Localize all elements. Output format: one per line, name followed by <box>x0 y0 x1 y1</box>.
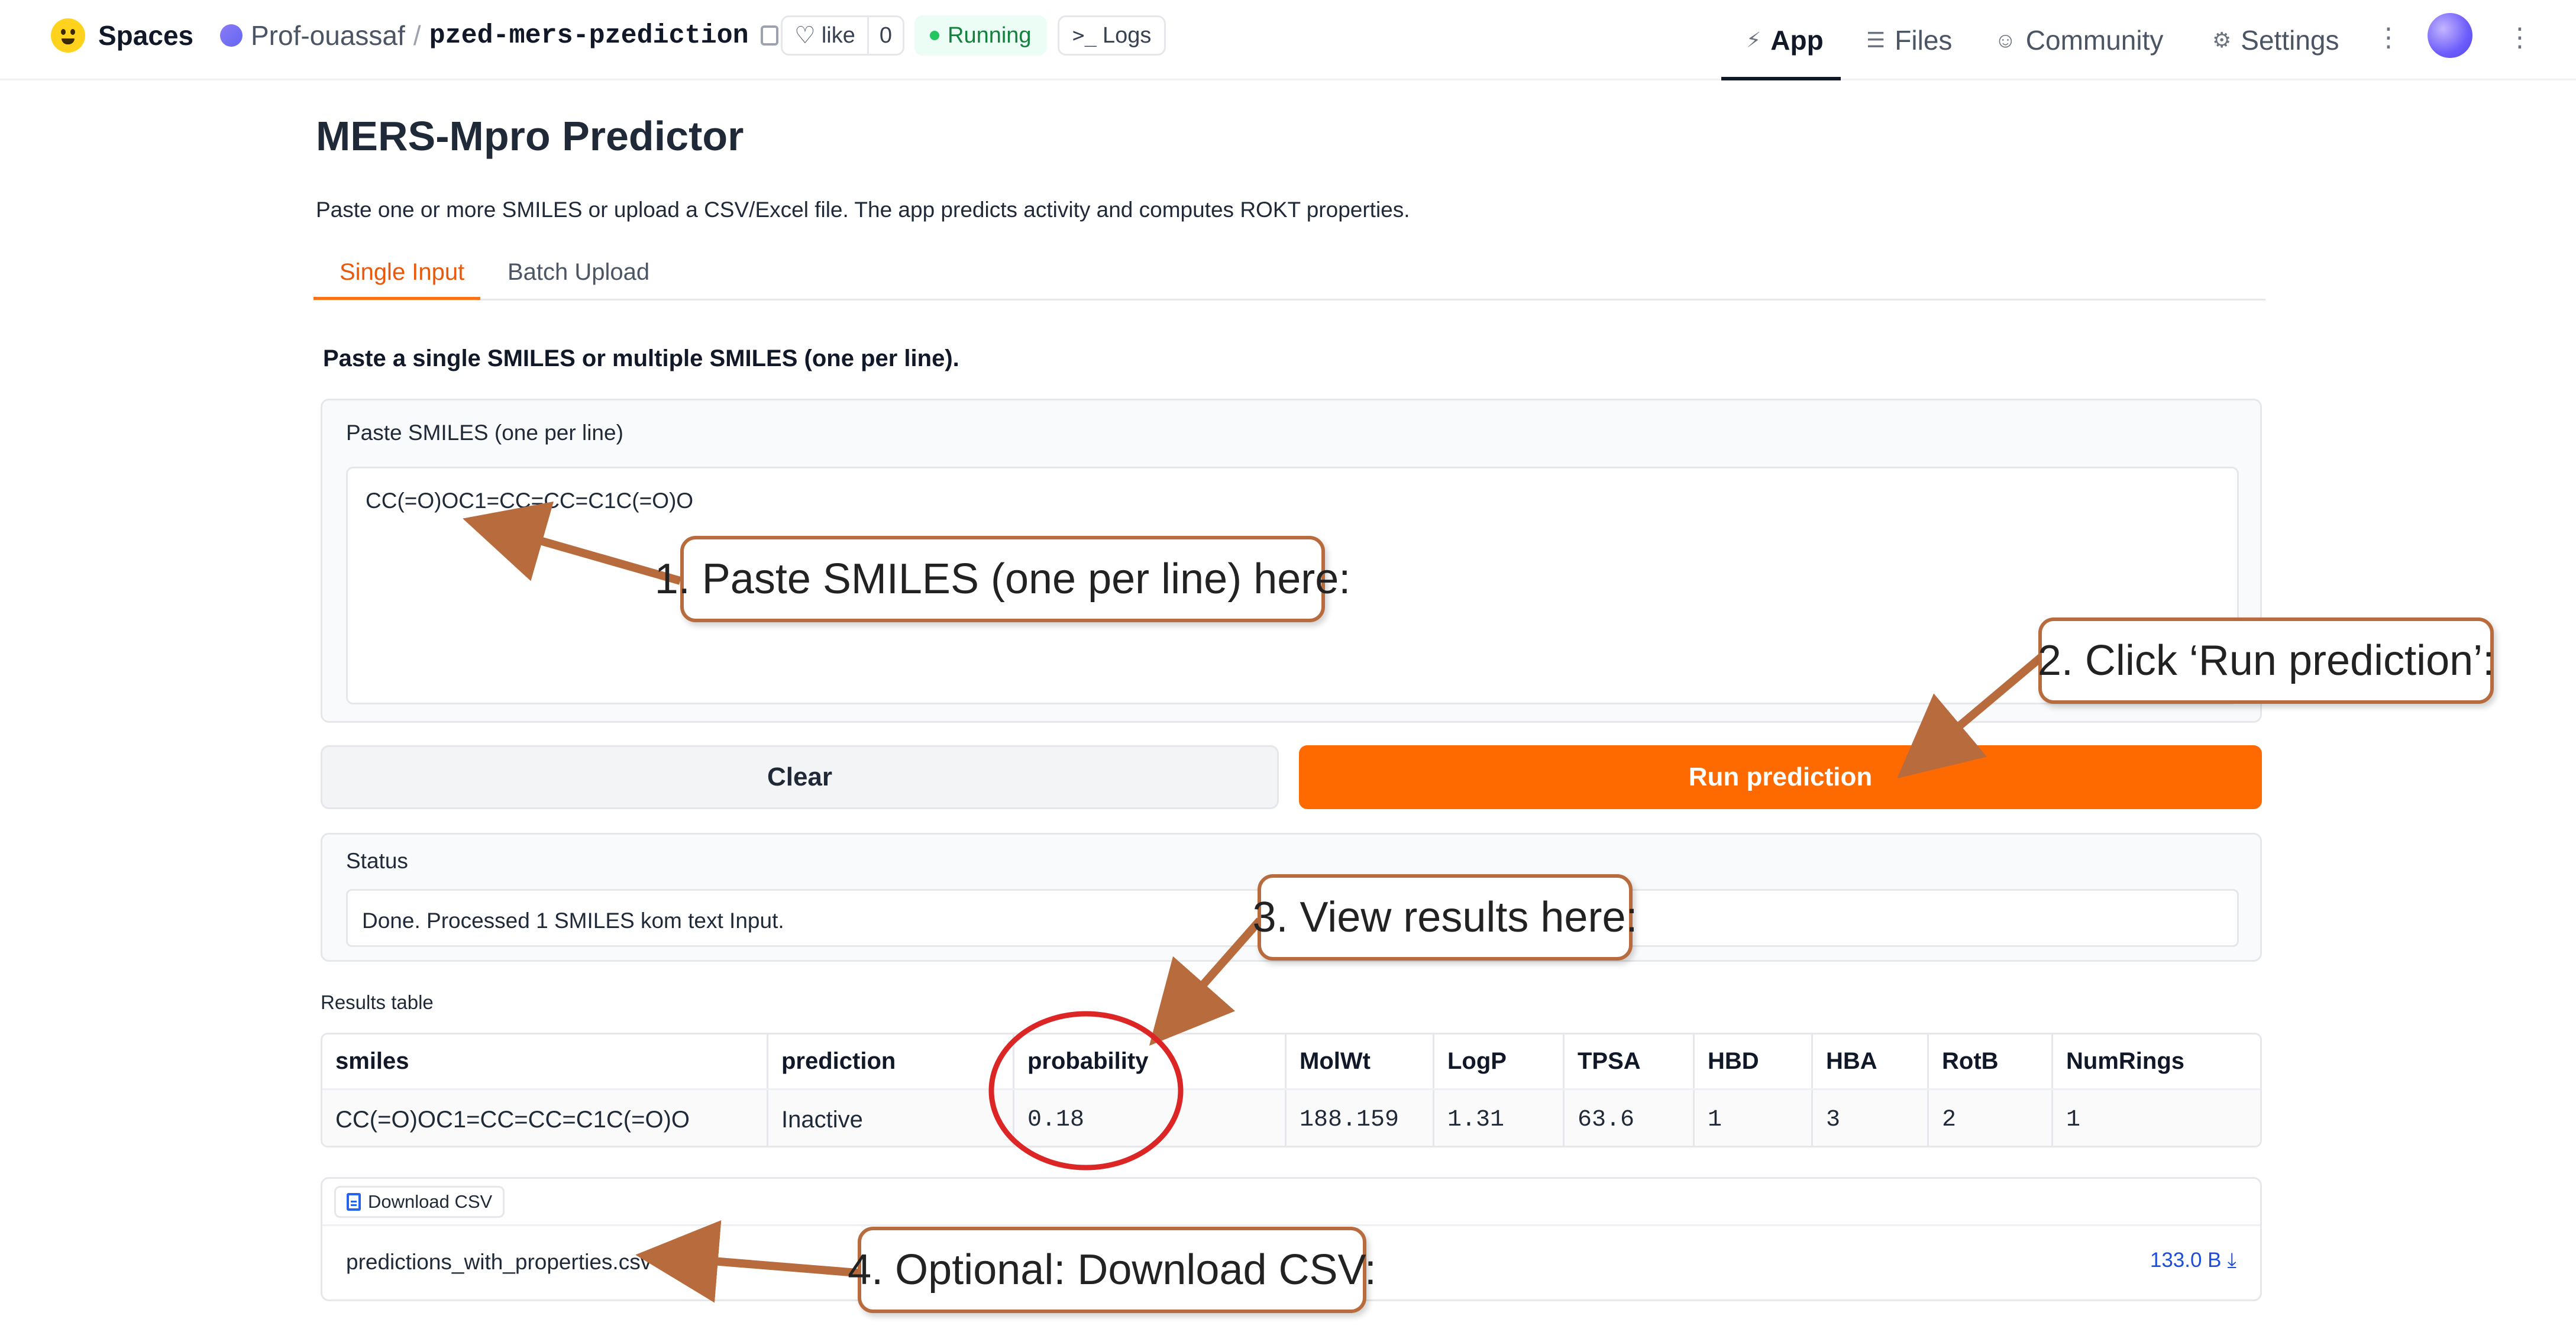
spaces-brand-link[interactable]: Spaces <box>51 17 193 54</box>
huggingface-icon <box>51 18 85 53</box>
column-header-prediction[interactable]: prediction <box>768 1034 1014 1088</box>
active-tab-indicator <box>313 297 480 300</box>
callout-step-4: 4. Optional: Download CSV: <box>848 1227 1376 1313</box>
cell-hbd[interactable]: 1 <box>1695 1090 1813 1146</box>
repo-name-link[interactable]: pzed-mers-pzediction <box>429 21 749 51</box>
cell-logp[interactable]: 1.31 <box>1434 1090 1565 1146</box>
tab-app[interactable]: ⚡ App <box>1746 0 1824 80</box>
copy-icon[interactable] <box>760 25 778 46</box>
page-description: Paste one or more SMILES or upload a CSV… <box>316 198 1410 222</box>
tab-single-input[interactable]: Single Input <box>340 259 464 286</box>
cell-tpsa[interactable]: 63.6 <box>1565 1090 1695 1146</box>
status-badge-label: Running <box>948 22 1032 48</box>
callout-step-3: 3. View results here: <box>1253 874 1638 961</box>
running-dot-icon <box>930 31 939 40</box>
column-header-logp[interactable]: LogP <box>1434 1034 1565 1088</box>
app-icon: ⚡ <box>1746 28 1761 52</box>
status-badge: Running <box>914 15 1047 56</box>
like-label: like <box>821 22 855 48</box>
tab-community-label: Community <box>2025 25 2164 56</box>
callout-step-1: 1. Paste SMILES (one per line) here: <box>655 536 1350 622</box>
download-icon: ⤓ <box>2227 1249 2236 1272</box>
column-header-hbd[interactable]: HBD <box>1695 1034 1813 1088</box>
column-header-rotb[interactable]: RotB <box>1929 1034 2053 1088</box>
tab-batch-upload[interactable]: Batch Upload <box>508 259 649 286</box>
main-menu-kebab-icon[interactable]: ⋮ <box>2507 22 2533 53</box>
like-count: 0 <box>867 17 903 54</box>
tab-settings-label: Settings <box>2241 25 2339 56</box>
cell-hba[interactable]: 3 <box>1813 1090 1929 1146</box>
cell-molwt[interactable]: 188.159 <box>1287 1090 1434 1146</box>
page-title: MERS-Mpro Predictor <box>316 113 744 159</box>
column-header-numrings[interactable]: NumRings <box>2053 1034 2260 1088</box>
run-prediction-button[interactable]: Run prediction <box>1299 745 2262 809</box>
section-heading: Paste a single SMILES or multiple SMILES… <box>323 345 959 371</box>
tab-community[interactable]: ☺ Community <box>1995 0 2163 80</box>
active-tab-underline <box>1721 77 1841 80</box>
download-size-link[interactable]: 133.0 B ⤓ <box>2150 1249 2236 1272</box>
top-navigation-bar: Spaces Prof-ouassaf / pzed-mers-pzedicti… <box>0 0 2576 80</box>
user-avatar[interactable] <box>2428 13 2472 58</box>
file-icon <box>347 1193 361 1211</box>
community-icon: ☺ <box>1995 28 2016 52</box>
gear-icon: ⚙ <box>2212 28 2232 52</box>
tab-app-label: App <box>1770 25 1824 56</box>
logs-button[interactable]: >_ Logs <box>1058 15 1166 56</box>
smiles-input-label: Paste SMILES (one per line) <box>346 421 623 445</box>
column-header-probability[interactable]: probability <box>1014 1034 1287 1088</box>
callout-step-2: 2. Click ‘Run prediction’: <box>2038 617 2494 704</box>
download-csv-label: Download CSV <box>368 1191 493 1212</box>
input-mode-tabs: Single Input Batch Upload <box>313 248 2265 300</box>
cell-rotb[interactable]: 2 <box>1929 1090 2053 1146</box>
space-menu-kebab-icon[interactable]: ⋮ <box>2375 22 2402 53</box>
column-header-molwt[interactable]: MolWt <box>1287 1034 1434 1088</box>
download-file-link[interactable]: predictions_with_properties.csv <box>346 1250 651 1275</box>
cell-numrings[interactable]: 1 <box>2053 1090 2260 1146</box>
results-table-label: Results table <box>321 991 434 1013</box>
cell-prediction[interactable]: Inactive <box>768 1090 1014 1146</box>
tab-files[interactable]: ☰ Files <box>1866 0 1952 80</box>
files-icon: ☰ <box>1866 28 1886 52</box>
owner-avatar <box>220 24 243 47</box>
cell-smiles[interactable]: CC(=O)OC1=CC=CC=C1C(=O)O <box>322 1090 768 1146</box>
repo-breadcrumb: Prof-ouassaf / pzed-mers-pzediction <box>220 17 778 54</box>
tab-files-label: Files <box>1895 25 1953 56</box>
column-header-tpsa[interactable]: TPSA <box>1565 1034 1695 1088</box>
status-label: Status <box>346 849 408 873</box>
file-size: 133.0 B <box>2150 1249 2222 1272</box>
column-header-smiles[interactable]: smiles <box>322 1034 768 1088</box>
table-row: CC(=O)OC1=CC=CC=C1C(=O)O Inactive 0.18 1… <box>322 1090 2260 1146</box>
heart-icon: ♡ <box>794 22 816 49</box>
repo-owner-link[interactable]: Prof-ouassaf <box>251 20 405 51</box>
tab-settings[interactable]: ⚙ Settings <box>2212 0 2339 80</box>
download-csv-tag: Download CSV <box>334 1186 505 1218</box>
column-header-hba[interactable]: HBA <box>1813 1034 1929 1088</box>
table-header-row: smiles prediction probability MolWt LogP… <box>322 1034 2260 1090</box>
breadcrumb-separator: / <box>413 20 421 51</box>
results-table: smiles prediction probability MolWt LogP… <box>321 1033 2262 1147</box>
like-button[interactable]: ♡ like 0 <box>781 15 905 56</box>
download-panel-header: Download CSV <box>322 1179 2260 1226</box>
cell-probability[interactable]: 0.18 <box>1014 1090 1287 1146</box>
logs-label: Logs <box>1102 22 1152 48</box>
terminal-icon: >_ <box>1072 24 1097 47</box>
clear-button[interactable]: Clear <box>321 745 1279 809</box>
brand-label: Spaces <box>98 20 194 51</box>
